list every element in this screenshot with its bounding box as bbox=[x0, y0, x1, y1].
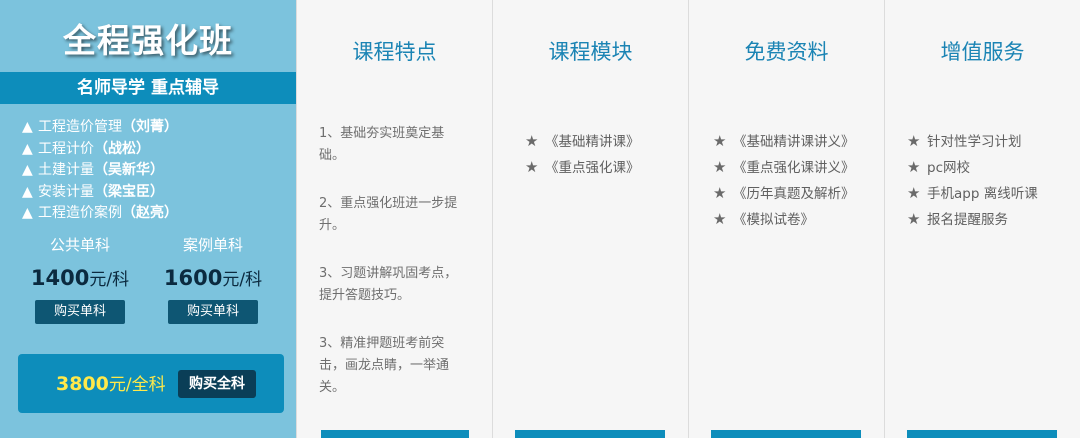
price-amount: 1400 bbox=[30, 266, 90, 290]
case-single-price: 案例单科 1600元/科 购买单科 bbox=[143, 234, 283, 324]
triangle-icon: ▲ bbox=[22, 183, 33, 200]
course-summary-panel: 全程强化班 名师导学 重点辅导 ▲ 工程造价管理（刘菁） ▲ 工程计价（战松） ▲ 土… bbox=[0, 0, 296, 438]
item-label: 报名提醒服务 bbox=[927, 212, 1008, 228]
item-label: 《模拟试卷》 bbox=[733, 212, 814, 228]
item-label: 手机app 离线听课 bbox=[927, 186, 1038, 202]
buy-single-button[interactable]: 购买单科 bbox=[35, 300, 125, 324]
materials-column: 免费资料 ★ 《基础精讲课讲义》 ★ 《重点强化课讲义》 ★ 《历年真题及解析》 ★ 《… bbox=[688, 0, 884, 438]
course-name: 工程造价案例 bbox=[38, 205, 122, 221]
services-column: 增值服务 ★ 针对性学习计划 ★ pc网校 ★ 手机app 离线听课 ★ 报名提醒服务 bbox=[884, 0, 1080, 438]
column-title: 增值服务 bbox=[940, 40, 1025, 64]
price-value: 1400元/科 bbox=[10, 264, 150, 292]
star-icon: ★ bbox=[525, 158, 539, 176]
list-item: ★ 《重点强化课》 bbox=[525, 154, 640, 180]
star-icon: ★ bbox=[525, 132, 539, 150]
teacher-name: （战松） bbox=[94, 140, 150, 157]
star-icon: ★ bbox=[713, 184, 727, 202]
module-list: ★ 《基础精讲课》 ★ 《重点强化课》 bbox=[525, 128, 640, 180]
item-label: pc网校 bbox=[927, 160, 970, 176]
course-name: 工程计价 bbox=[38, 140, 94, 157]
teacher-list: ▲ 工程造价管理（刘菁） ▲ 工程计价（战松） ▲ 土建计量（吴新华） ▲ 安装计量（梁… bbox=[22, 117, 292, 225]
star-icon: ★ bbox=[713, 210, 727, 228]
price-value: 1600元/科 bbox=[143, 264, 283, 292]
price-label: 公共单科 bbox=[49, 236, 110, 254]
list-item: ★ 《基础精讲课》 bbox=[525, 128, 640, 154]
list-item: 3、习题讲解巩固考点，提升答题技巧。 bbox=[319, 266, 458, 303]
buy-single-button[interactable]: 购买单科 bbox=[168, 300, 258, 324]
star-icon: ★ bbox=[907, 184, 921, 202]
list-item: 2、重点强化班进一步提升。 bbox=[319, 196, 458, 233]
list-item: ★ 手机app 离线听课 bbox=[907, 180, 1038, 206]
item-label: 针对性学习计划 bbox=[927, 134, 1022, 150]
item-label: 《重点强化课讲义》 bbox=[733, 160, 855, 176]
column-title: 课程模块 bbox=[548, 40, 633, 64]
list-item: 3、精准押题班考前突击，画龙点睛，一举通关。 bbox=[319, 336, 450, 395]
price-label: 案例单科 bbox=[182, 236, 243, 254]
buy-all-button[interactable]: 购买全科 bbox=[178, 370, 256, 398]
item-label: 《基础精讲课讲义》 bbox=[733, 134, 855, 150]
star-icon: ★ bbox=[907, 132, 921, 150]
full-price-unit: 元/全科 bbox=[108, 375, 166, 395]
price-amount: 1600 bbox=[163, 266, 223, 290]
column-bottom-bar bbox=[515, 430, 665, 438]
triangle-icon: ▲ bbox=[22, 162, 33, 178]
list-item: ▲ 工程造价管理（刘菁） bbox=[22, 117, 292, 139]
list-item: ▲ 工程计价（战松） bbox=[22, 139, 292, 161]
full-package-box: 3800元/全科 购买全科 bbox=[18, 354, 284, 413]
course-name: 安装计量 bbox=[38, 183, 94, 200]
column-title: 课程特点 bbox=[352, 40, 437, 64]
list-item: ★ 《模拟试卷》 bbox=[713, 206, 855, 232]
list-item: ★ 针对性学习计划 bbox=[907, 128, 1038, 154]
star-icon: ★ bbox=[713, 132, 727, 150]
teacher-name: （梁宝臣） bbox=[94, 183, 164, 200]
price-unit: 元/科 bbox=[89, 270, 130, 290]
star-icon: ★ bbox=[713, 158, 727, 176]
list-item: ★ 《历年真题及解析》 bbox=[713, 180, 855, 206]
course-subtitle: 名师导学 重点辅导 bbox=[0, 72, 296, 104]
public-single-price: 公共单科 1400元/科 购买单科 bbox=[10, 234, 150, 324]
list-item: ▲ 安装计量（梁宝臣） bbox=[22, 182, 292, 204]
teacher-name: （吴新华） bbox=[94, 162, 164, 178]
list-item: 1、基础夯实班奠定基础。 bbox=[319, 126, 445, 163]
list-item: ★ 报名提醒服务 bbox=[907, 206, 1038, 232]
star-icon: ★ bbox=[907, 158, 921, 176]
list-item: ★ 《重点强化课讲义》 bbox=[713, 154, 855, 180]
triangle-icon: ▲ bbox=[22, 119, 33, 135]
column-bottom-bar bbox=[907, 430, 1057, 438]
feature-list: 1、基础夯实班奠定基础。 2、重点强化班进一步提升。 3、习题讲解巩固考点，提升… bbox=[319, 123, 469, 425]
full-price: 3800元/全科 bbox=[56, 371, 166, 397]
materials-list: ★ 《基础精讲课讲义》 ★ 《重点强化课讲义》 ★ 《历年真题及解析》 ★ 《模拟试卷》 bbox=[713, 128, 855, 232]
column-bottom-bar bbox=[321, 430, 469, 438]
item-label: 《基础精讲课》 bbox=[545, 134, 640, 150]
item-label: 《历年真题及解析》 bbox=[733, 186, 855, 202]
full-price-amount: 3800 bbox=[56, 373, 109, 395]
features-column: 课程特点 1、基础夯实班奠定基础。 2、重点强化班进一步提升。 3、习题讲解巩固… bbox=[296, 0, 492, 438]
course-name: 土建计量 bbox=[38, 162, 94, 178]
teacher-name: （赵亮） bbox=[122, 205, 178, 221]
item-label: 《重点强化课》 bbox=[545, 160, 640, 176]
price-unit: 元/科 bbox=[222, 270, 263, 290]
column-bottom-bar bbox=[711, 430, 861, 438]
triangle-icon: ▲ bbox=[22, 140, 33, 157]
course-name: 工程造价管理 bbox=[38, 119, 122, 135]
list-item: ▲ 工程造价案例（赵亮） bbox=[22, 203, 292, 225]
list-item: ▲ 土建计量（吴新华） bbox=[22, 160, 292, 182]
course-title: 全程强化班 bbox=[63, 21, 233, 60]
list-item: ★ 《基础精讲课讲义》 bbox=[713, 128, 855, 154]
list-item: ★ pc网校 bbox=[907, 154, 1038, 180]
column-title: 免费资料 bbox=[744, 40, 829, 64]
teacher-name: （刘菁） bbox=[122, 119, 178, 135]
triangle-icon: ▲ bbox=[22, 205, 33, 221]
services-list: ★ 针对性学习计划 ★ pc网校 ★ 手机app 离线听课 ★ 报名提醒服务 bbox=[907, 128, 1038, 232]
star-icon: ★ bbox=[907, 210, 921, 228]
modules-column: 课程模块 ★ 《基础精讲课》 ★ 《重点强化课》 bbox=[492, 0, 688, 438]
